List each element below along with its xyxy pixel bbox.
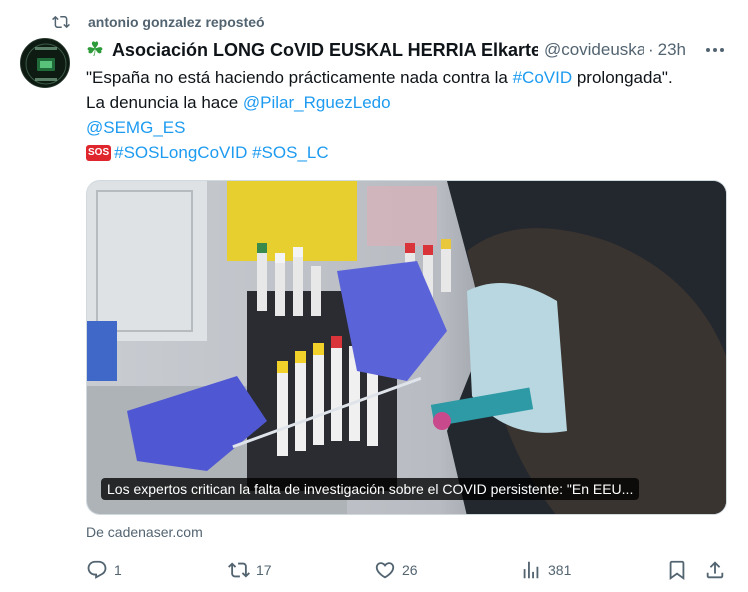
repost-count: 17 xyxy=(256,562,272,578)
hashtags-sos[interactable]: #SOSLongCoVID #SOS_LC xyxy=(114,143,329,162)
like-count: 26 xyxy=(402,562,418,578)
avatar[interactable] xyxy=(20,38,70,88)
repost-icon xyxy=(228,562,250,578)
tweet-text-segment: La denuncia la hace xyxy=(86,93,243,112)
reply-button[interactable]: 1 xyxy=(86,556,122,584)
tweet-line-4: SOS #SOSLongCoVID #SOS_LC xyxy=(86,140,736,165)
separator-dot: · xyxy=(647,40,654,59)
tweet-actions: 1 17 26 381 xyxy=(86,556,736,584)
tweet-line-1: "España no está haciendo prácticamente n… xyxy=(86,65,736,90)
reply-icon xyxy=(87,560,107,579)
repost-icon xyxy=(52,15,70,29)
card-source[interactable]: De cadenaser.com xyxy=(86,524,203,540)
lab-photo-image xyxy=(87,181,726,514)
tweet-line-2: La denuncia la hace @Pilar_RguezLedo xyxy=(86,90,736,115)
tweet-line-3: @SEMG_ES xyxy=(86,115,736,140)
share-icon xyxy=(706,561,724,579)
repost-indicator[interactable]: antonio gonzalez reposteó xyxy=(52,12,265,32)
views-chart-icon xyxy=(523,561,539,579)
tweet-text-segment: "España no está haciendo prácticamente n… xyxy=(86,68,513,87)
views-button[interactable]: 381 xyxy=(520,556,571,584)
author-display-name[interactable]: Asociación LONG CoVID EUSKAL HERRIA Elka… xyxy=(112,40,538,61)
repost-text: antonio gonzalez reposteó xyxy=(88,14,265,30)
bookmark-button[interactable] xyxy=(666,556,688,584)
like-button[interactable]: 26 xyxy=(374,556,418,584)
avatar-logo-icon xyxy=(21,39,69,87)
card-caption: Los expertos critican la falta de invest… xyxy=(101,478,640,500)
hashtag-covid[interactable]: #CoVID xyxy=(513,68,573,87)
mention-semg[interactable]: @SEMG_ES xyxy=(86,118,185,137)
bookmark-icon xyxy=(669,560,685,581)
link-card[interactable]: Los expertos critican la falta de invest… xyxy=(86,180,727,515)
tweet-time[interactable]: 23h xyxy=(658,40,686,60)
mention-pilar[interactable]: @Pilar_RguezLedo xyxy=(243,93,391,112)
repost-button[interactable]: 17 xyxy=(228,556,272,584)
more-options-icon[interactable] xyxy=(704,40,726,60)
reply-count: 1 xyxy=(114,562,122,578)
tweet-text-segment: prolongada". xyxy=(572,68,673,87)
share-button[interactable] xyxy=(704,556,726,584)
sos-icon: SOS xyxy=(86,145,112,161)
heart-icon xyxy=(375,562,395,579)
author-handle[interactable]: @covideuskadi xyxy=(544,40,644,60)
clover-icon: ☘ xyxy=(86,39,104,61)
tweet-text: "España no está haciendo prácticamente n… xyxy=(86,65,736,165)
views-count: 381 xyxy=(548,562,572,578)
tweet-header: ☘ Asociación LONG CoVID EUSKAL HERRIA El… xyxy=(86,38,736,62)
